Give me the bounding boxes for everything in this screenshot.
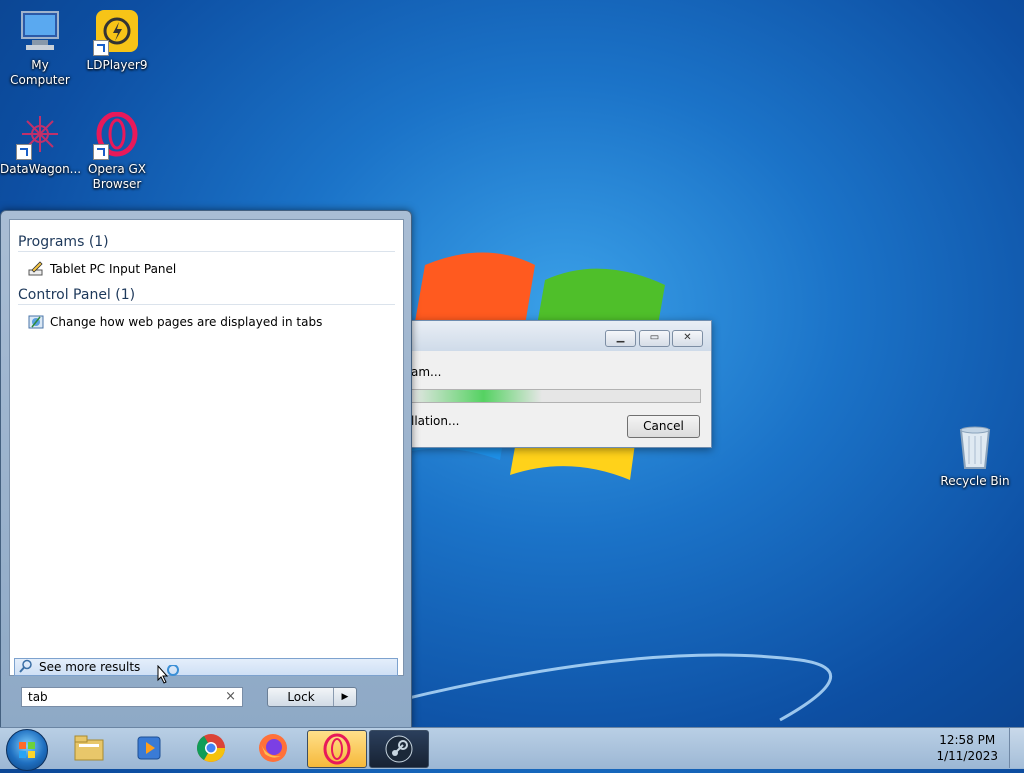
cancel-button[interactable]: Cancel — [627, 415, 700, 438]
shortcut-arrow-icon — [93, 40, 109, 56]
clock-time: 12:58 PM — [939, 733, 996, 747]
result-label: Change how web pages are displayed in ta… — [50, 315, 323, 329]
recycle-bin-icon — [951, 424, 999, 472]
tablet-pen-icon — [28, 261, 44, 277]
taskbar-media-player[interactable] — [121, 730, 179, 766]
media-player-icon — [137, 736, 161, 760]
datawagon-icon — [16, 112, 64, 160]
power-button[interactable]: Lock ▶ — [267, 687, 357, 707]
install-progress-bar — [411, 389, 701, 403]
windows-flag-icon — [19, 742, 35, 758]
installer-dialog: ▁ ▭ ✕ am... llation... Cancel — [404, 320, 712, 448]
progress-fill — [412, 390, 542, 402]
results-heading-programs: Programs (1) — [18, 234, 109, 250]
desktop-icon-my-computer[interactable]: My Computer — [0, 8, 80, 88]
taskbar-steam[interactable] — [369, 730, 429, 768]
show-desktop-button[interactable] — [1009, 728, 1024, 768]
wallpaper-swoosh — [400, 653, 833, 722]
see-more-results-link[interactable]: See more results — [14, 658, 398, 676]
taskbar-file-explorer[interactable] — [60, 730, 118, 766]
desktop-icon-label: Opera GX Browser — [87, 162, 147, 191]
divider — [18, 304, 395, 305]
taskbar: 12:58 PM 1/11/2023 — [0, 727, 1024, 771]
desktop-icon-label: DataWagon... — [0, 162, 82, 176]
desktop-icon-label: LDPlayer9 — [86, 58, 148, 72]
file-explorer-icon — [74, 735, 104, 761]
dialog-detail-text: llation... — [411, 414, 460, 428]
chrome-icon — [197, 734, 225, 762]
search-input-value: tab — [28, 690, 48, 704]
start-menu: Programs (1) Tablet PC Input Panel Contr… — [0, 210, 412, 729]
taskbar-firefox[interactable] — [244, 730, 302, 766]
ldplayer-icon — [93, 8, 141, 56]
desktop-icon-datawagon[interactable]: DataWagon... — [0, 112, 82, 177]
maximize-button[interactable]: ▭ — [639, 330, 670, 347]
firefox-icon — [259, 734, 287, 762]
control-panel-icon — [28, 314, 44, 330]
opera-gx-icon — [323, 733, 351, 765]
close-button[interactable]: ✕ — [672, 330, 703, 347]
start-search-input[interactable]: tab × — [21, 687, 243, 707]
shortcut-arrow-icon — [93, 144, 109, 160]
search-icon — [19, 659, 33, 676]
divider — [18, 251, 395, 252]
taskbar-opera-gx[interactable] — [307, 730, 367, 768]
power-options-arrow-icon[interactable]: ▶ — [333, 688, 356, 706]
see-more-label: See more results — [39, 660, 141, 674]
desktop-icon-label: My Computer — [10, 58, 70, 87]
desktop-icon-label: Recycle Bin — [940, 474, 1010, 488]
result-label: Tablet PC Input Panel — [50, 262, 177, 276]
desktop-icon-ldplayer9[interactable]: LDPlayer9 — [77, 8, 157, 73]
opera-gx-icon — [93, 111, 141, 160]
clear-search-icon[interactable]: × — [225, 688, 236, 706]
results-heading-control-panel: Control Panel (1) — [18, 287, 136, 303]
dialog-status-text: am... — [411, 365, 442, 379]
lock-button-label: Lock — [287, 690, 315, 704]
clock-date: 1/11/2023 — [936, 749, 998, 763]
shortcut-arrow-icon — [16, 144, 32, 160]
search-results-pane: Programs (1) Tablet PC Input Panel Contr… — [9, 219, 404, 676]
mouse-cursor-busy-icon — [157, 665, 179, 684]
desktop-icon-opera-gx[interactable]: Opera GX Browser — [77, 111, 157, 192]
result-item-tablet-pc-input-panel[interactable]: Tablet PC Input Panel — [28, 261, 176, 277]
result-item-change-web-pages-tabs[interactable]: Change how web pages are displayed in ta… — [28, 314, 322, 330]
dialog-titlebar[interactable]: ▁ ▭ ✕ — [405, 321, 711, 351]
steam-icon — [385, 735, 413, 763]
desktop-icon-recycle-bin[interactable]: Recycle Bin — [935, 424, 1015, 489]
minimize-button[interactable]: ▁ — [605, 330, 636, 347]
start-button[interactable] — [6, 729, 48, 771]
system-clock[interactable]: 12:58 PM 1/11/2023 — [936, 732, 998, 764]
taskbar-chrome[interactable] — [182, 730, 240, 766]
computer-icon — [16, 8, 64, 56]
